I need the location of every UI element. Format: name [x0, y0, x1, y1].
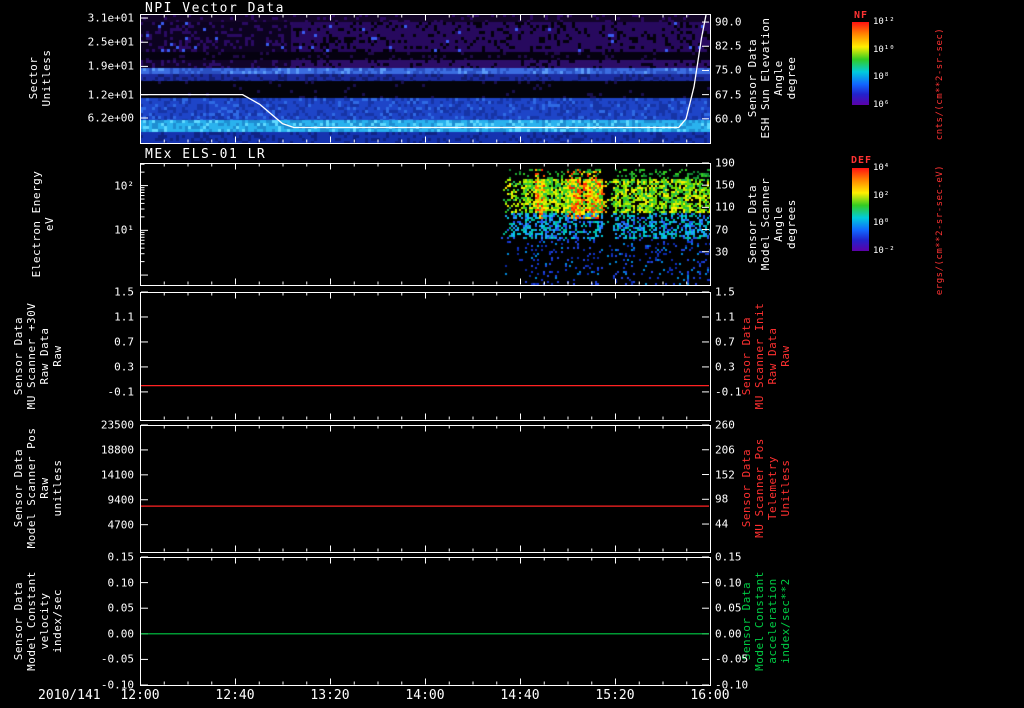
colorbar-tick-label: 10⁸ [873, 72, 890, 83]
colorbar-def-unit: ergs/(cm**2-sr-sec-eV) [935, 164, 945, 296]
y-tick-label-right: 75.0 [715, 63, 742, 77]
y-tick-label-left: 1.5 [114, 285, 134, 299]
multi-panel-science-plot: NPI Vector Data MEx ELS-01 LR Sector Uni… [0, 0, 1024, 708]
colorbar-nf [852, 22, 869, 105]
y-tick-label-left: -0.1 [107, 385, 135, 399]
y-tick-label-right: 60.0 [715, 112, 742, 126]
y-tick-label-right: 1.5 [715, 285, 735, 299]
y-tick-label-right: -0.05 [715, 652, 749, 666]
y-tick-label-right: 206 [715, 443, 735, 457]
colorbar-tick-label: 10⁶ [873, 100, 890, 110]
colorbar-tick-label: 10¹⁰ [873, 44, 895, 55]
x-axis-date-label: 2010/141 [38, 688, 101, 703]
panel-frame [140, 425, 711, 553]
y-tick-label-left: 18800 [100, 443, 134, 457]
panel3-left-axis-label: Sensor Data MU Scanner +30V Raw Data Raw [12, 302, 64, 410]
y-tick-label-left: 0.3 [114, 360, 134, 374]
y-tick-label-left: -0.05 [100, 652, 134, 666]
panel4-right-axis-label: Sensor Data MU Scanner Pos Telemetry Uni… [740, 438, 792, 538]
colorbar-tick-label: 10⁰ [873, 218, 890, 229]
x-axis-time-label: 14:40 [500, 688, 540, 703]
panel2-left-axis-label: Electron Energy eV [30, 170, 56, 278]
y-tick-label-right: 0.05 [715, 601, 742, 615]
colorbar-nf-title: NF [854, 10, 869, 21]
y-tick-label-right: 30 [715, 245, 729, 259]
panel1-title: NPI Vector Data [145, 1, 285, 16]
panel-frame [140, 14, 711, 144]
panel4-left-axis-label: Sensor Data Model Scanner Pos Raw unitle… [12, 427, 64, 549]
x-axis-time-label: 12:00 [120, 688, 160, 703]
y-tick-label-right: -0.1 [715, 385, 742, 399]
colorbar-tick-label: 10¹² [873, 17, 895, 27]
y-tick-label-left: 4700 [107, 518, 135, 532]
y-tick-label-right: 82.5 [715, 39, 742, 53]
y-tick-label-left: 6.2e+00 [87, 111, 134, 125]
y-tick-label-left: 0.10 [107, 576, 135, 590]
colorbar-def [852, 168, 869, 251]
y-tick-label-left: 14100 [100, 468, 134, 482]
y-tick-label-right: 0.3 [715, 360, 735, 374]
y-tick-label-right: 98 [715, 492, 729, 506]
panel-frame [140, 557, 711, 686]
y-tick-label-right: 152 [715, 468, 735, 482]
panel-frame [140, 292, 711, 421]
y-tick-label-left: 0.00 [107, 627, 135, 641]
y-tick-label-right: 0.7 [715, 335, 735, 349]
y-tick-label-left: 3.1e+01 [87, 11, 134, 25]
colorbar-nf-unit: cnts/(cm**2-sr-sec) [935, 27, 945, 141]
y-tick-label-left: 1.1 [114, 310, 134, 324]
colorbar-tick-label: 10⁴ [873, 163, 890, 173]
panel1-left-axis-label: Sector Unitless [27, 49, 53, 107]
colorbar-def-title: DEF [851, 155, 873, 166]
y-tick-label-right: 44 [715, 517, 729, 531]
y-tick-label-right: 0.15 [715, 550, 742, 564]
x-axis-time-label: 15:20 [595, 688, 635, 703]
y-tick-label-left: 2.5e+01 [87, 35, 134, 49]
sun-elevation-line [140, 14, 707, 129]
y-tick-label-right: 110 [715, 200, 735, 214]
colorbar-tick-label: 10⁻² [873, 246, 895, 256]
panel-frame [140, 163, 711, 286]
y-tick-label-left: 23500 [100, 418, 134, 432]
y-tick-label-left: 0.05 [107, 601, 135, 615]
panel3-right-axis-label: Sensor Data MU Scanner Init Raw Data Raw [740, 302, 792, 410]
x-axis-time-label: 16:00 [690, 688, 730, 703]
y-tick-label-left: 0.15 [107, 550, 135, 564]
colorbar-tick-label: 10² [873, 190, 890, 201]
axes-ticks-overlay [140, 14, 711, 686]
y-tick-label-left: 0.7 [114, 335, 134, 349]
x-axis-time-label: 13:20 [310, 688, 350, 703]
x-axis-time-label: 12:40 [215, 688, 255, 703]
y-tick-label-left: 10² [114, 179, 134, 193]
panel5-left-axis-label: Sensor Data Model Constant velocity inde… [12, 571, 64, 671]
y-tick-label-left: 1.2e+01 [87, 88, 134, 102]
y-tick-label-left: 9400 [107, 493, 135, 507]
y-tick-label-right: 0.10 [715, 576, 742, 590]
panel1-right-axis-label: Sensor Data ESH Sun Elevation Angle degr… [746, 17, 798, 139]
y-tick-label-right: 67.5 [715, 88, 742, 102]
y-tick-label-right: 1.1 [715, 310, 735, 324]
y-tick-label-right: 150 [715, 178, 735, 192]
x-axis-time-label: 14:00 [405, 688, 445, 703]
panel2-title: MEx ELS-01 LR [145, 147, 267, 162]
y-tick-label-left: 1.9e+01 [87, 59, 134, 73]
y-tick-label-right: 90.0 [715, 15, 742, 29]
y-tick-label-right: 260 [715, 418, 735, 432]
y-tick-label-left: 10¹ [114, 223, 134, 237]
y-tick-label-right: 70 [715, 223, 729, 237]
y-tick-label-right: 190 [715, 156, 735, 170]
panel2-right-axis-label: Sensor Data Model Scanner Angle degrees [746, 177, 798, 271]
y-tick-label-right: 0.00 [715, 627, 742, 641]
